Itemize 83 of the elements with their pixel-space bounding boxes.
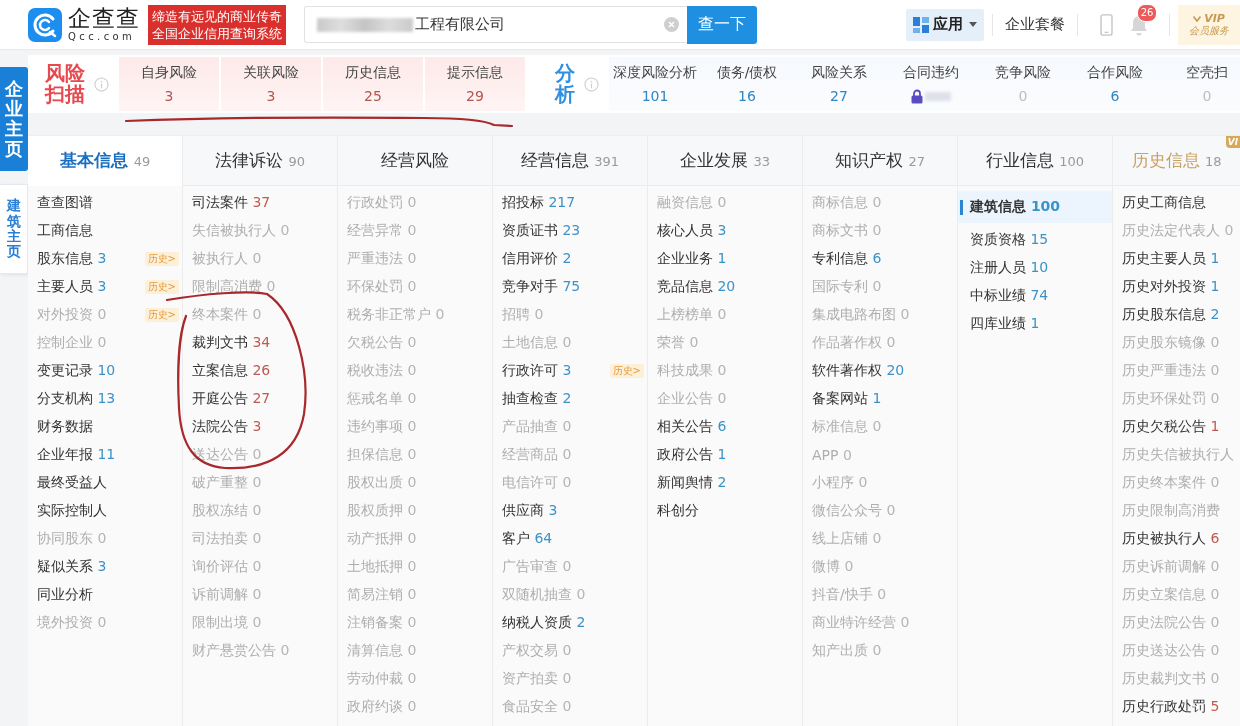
category-link[interactable]: 历史行政处罚 5 [1122, 698, 1220, 716]
slogan-banner: 缔造有远见的商业传奇 全国企业信用查询系统 [148, 4, 286, 45]
category-link[interactable]: 核心人员 3 [657, 222, 727, 240]
category-link[interactable]: 竞品信息 20 [657, 278, 736, 296]
category-link[interactable]: 备案网站 1 [812, 390, 882, 408]
phone-icon[interactable] [1100, 13, 1113, 36]
category-link[interactable]: 政府公告 1 [657, 446, 727, 464]
category-link[interactable]: 历史股东信息 2 [1122, 306, 1220, 324]
vip-button[interactable]: VIP 会员服务 [1178, 4, 1240, 45]
category-link[interactable]: 疑似关系 3 [37, 558, 107, 576]
grid-icon [913, 16, 929, 33]
category-link[interactable]: 立案信息 26 [192, 362, 271, 380]
info-icon[interactable] [94, 76, 109, 92]
risk-scan-title: 风险扫描 [45, 63, 85, 105]
category-link[interactable]: 相关公告 6 [657, 418, 727, 436]
analysis-title: 分析 [555, 63, 575, 105]
category-link[interactable]: 行政许可 3 [502, 362, 572, 380]
risk-scan-item[interactable]: 关联风险 3 [221, 57, 321, 111]
category-link[interactable]: 历史主要人员 1 [1122, 250, 1220, 268]
category-link[interactable]: 企业业务 1 [657, 250, 727, 268]
category-link[interactable]: 主要人员 3 [37, 278, 107, 296]
category-link[interactable]: 开庭公告 27 [192, 390, 271, 408]
category-link[interactable]: 供应商 3 [502, 502, 558, 520]
search-button[interactable]: 查一下 [687, 5, 757, 44]
analysis-item[interactable]: 合作风险 6 [1069, 57, 1161, 111]
analysis-item[interactable]: 合同违约 [885, 57, 977, 111]
info-icon[interactable] [584, 76, 599, 92]
category-tab[interactable]: 基本信息 49 [28, 136, 182, 186]
category-link[interactable]: 科创分 [657, 502, 699, 520]
caret-icon [969, 22, 977, 27]
category-link[interactable]: 变更记录 10 [37, 362, 116, 380]
category-link[interactable]: 同业分析 [37, 586, 93, 604]
category-link[interactable]: 实际控制人 [37, 502, 107, 520]
plans-link[interactable]: 企业套餐 [1001, 15, 1069, 34]
blurred-block [925, 91, 951, 101]
category-link[interactable]: 财务数据 [37, 418, 93, 436]
category-link[interactable]: 股东信息 3 [37, 250, 107, 268]
sidebar-tab[interactable]: 建筑主页 [0, 184, 28, 274]
category-link[interactable]: 专利信息 6 [812, 250, 882, 268]
category-link[interactable]: 客户 64 [502, 530, 553, 548]
category-link[interactable]: 最终受益人 [37, 474, 107, 492]
category-link[interactable]: 软件著作权 20 [812, 362, 905, 380]
category-link[interactable]: 法院公告 3 [192, 418, 262, 436]
subnav-item[interactable]: 建筑信息 100 [958, 191, 1112, 223]
category-link[interactable]: 司法案件 37 [192, 194, 271, 212]
clear-icon[interactable] [664, 17, 679, 32]
search-field[interactable]: 工程有限公司 [304, 6, 687, 43]
category-link[interactable]: 历史工商信息 [1122, 194, 1206, 212]
category-link[interactable]: 历史对外投资 1 [1122, 278, 1220, 296]
category-link[interactable]: 纳税人资质 2 [502, 614, 586, 632]
apps-button[interactable]: 应用 [906, 8, 984, 41]
logo-domain: Qcc.com [68, 32, 137, 42]
category-link[interactable]: 工商信息 [37, 222, 93, 240]
category-link[interactable]: 查查图谱 [37, 194, 93, 212]
analysis-item[interactable]: 深度风险分析 101 [609, 57, 701, 111]
category-link[interactable]: 抽查检查 2 [502, 390, 572, 408]
analysis-item[interactable]: 债务/债权 16 [701, 57, 793, 111]
subnav-item[interactable]: 注册人员 10 [958, 254, 1112, 282]
category-link[interactable]: 企业年报 11 [37, 446, 116, 464]
category-link[interactable]: 历史被执行人 6 [1122, 530, 1220, 548]
logo-name: 企查查 [68, 7, 140, 30]
history-tag[interactable]: 历史> [609, 364, 644, 378]
analysis-item[interactable]: 风险关系 27 [793, 57, 885, 111]
subnav-item[interactable]: 资质资格 15 [958, 226, 1112, 254]
subnav-item[interactable]: 四库业绩 1 [958, 310, 1112, 338]
history-tag[interactable]: 历史> [144, 280, 179, 294]
category-link[interactable]: 资质证书 23 [502, 222, 581, 240]
category-link[interactable]: 历史欠税公告 1 [1122, 418, 1220, 436]
category-link[interactable]: 分支机构 13 [37, 390, 116, 408]
risk-scan-item[interactable]: 历史信息 25 [323, 57, 423, 111]
history-tag[interactable]: 历史> [144, 252, 179, 266]
category-link[interactable]: 招投标 217 [502, 194, 576, 212]
logo-icon [28, 7, 62, 42]
category-link[interactable]: 竞争对手 75 [502, 278, 581, 296]
risk-scan-item[interactable]: 提示信息 29 [425, 57, 525, 111]
sidebar-tab[interactable]: 企业主页 [0, 67, 28, 171]
category-link[interactable]: 信用评价 2 [502, 250, 572, 268]
category-link[interactable]: 新闻舆情 2 [657, 474, 727, 492]
chevron-icon [1193, 16, 1202, 22]
subnav-item[interactable]: 中标业绩 74 [958, 282, 1112, 310]
risk-scan-item[interactable]: 自身风险 3 [119, 57, 219, 111]
notification-badge: 26 [1137, 3, 1157, 22]
category-link[interactable]: 裁判文书 34 [192, 334, 271, 352]
